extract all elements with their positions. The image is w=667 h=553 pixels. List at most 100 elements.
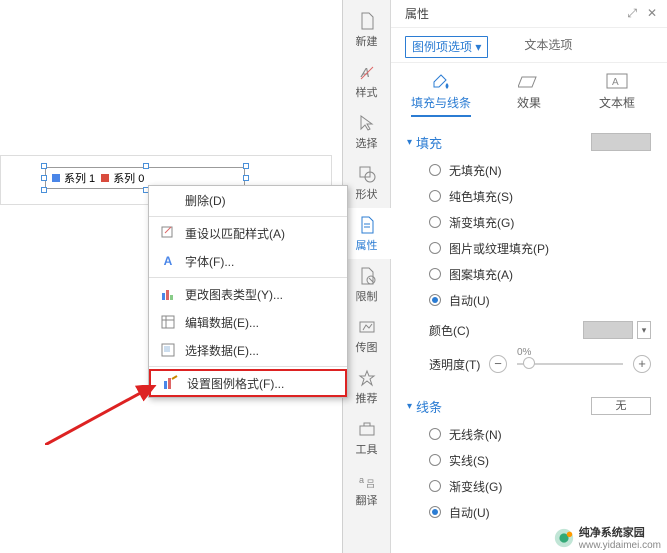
ctx-edit-data[interactable]: 编辑数据(E)... [149,308,347,336]
subtab-textbox[interactable]: A 文本框 [587,73,647,117]
select-data-icon [159,342,177,358]
slider-thumb[interactable] [523,357,535,369]
watermark: 纯净系统家园 www.yidaimei.com [553,524,661,551]
ctx-font[interactable]: A 字体(F)... [149,247,347,275]
font-icon: A [159,253,177,269]
radio-auto-line[interactable]: 自动(U) [407,499,651,525]
main-tabs: 图例项选项 ▾ 文本选项 [391,28,667,63]
shape-icon [358,165,376,183]
line-preview-pill[interactable]: 无 [591,397,651,415]
ctx-delete[interactable]: 删除(D) [149,186,347,214]
subtab-label: 效果 [517,94,541,111]
subtab-fill-line[interactable]: 填充与线条 [411,73,471,117]
radio-label: 图片或纹理填充(P) [449,240,549,257]
radio-label: 自动(U) [449,504,490,521]
edit-data-icon [159,314,177,330]
radio-pattern-fill[interactable]: 图案填充(A) [407,261,651,287]
tool-translate[interactable]: a吕 翻译 [343,463,391,514]
ctx-label: 重设以匹配样式(A) [185,225,285,242]
legend-item-label: 系列 1 [64,170,95,186]
fill-preview-swatch[interactable] [591,133,651,151]
radio-picture-fill[interactable]: 图片或纹理填充(P) [407,235,651,261]
collapse-icon: ▾ [407,137,412,148]
reset-style-icon [159,225,177,241]
radio-no-line[interactable]: 无线条(N) [407,421,651,447]
decrement-button[interactable]: − [489,355,507,373]
tool-shape[interactable]: 形状 [343,157,391,208]
tool-new[interactable]: 新建 [343,4,391,55]
resize-handle[interactable] [243,175,249,181]
tool-recommend[interactable]: 推荐 [343,361,391,412]
fill-line-icon [430,73,452,90]
tool-column: 新建 A 样式 选择 形状 属性 限制 传图 推荐 工具 a吕 翻译 [343,0,391,553]
close-icon[interactable]: ✕ [647,6,657,21]
tool-tools[interactable]: 工具 [343,412,391,463]
ctx-change-chart-type[interactable]: 更改图表类型(Y)... [149,280,347,308]
resize-handle[interactable] [41,163,47,169]
subtab-label: 填充与线条 [411,94,471,111]
radio-solid-line[interactable]: 实线(S) [407,447,651,473]
tool-limit[interactable]: 限制 [343,259,391,310]
separator [149,277,347,278]
svg-text:A: A [612,77,619,88]
color-label: 颜色(C) [429,322,489,339]
radio-label: 无线条(N) [449,426,502,443]
resize-handle[interactable] [143,163,149,169]
color-picker[interactable] [583,321,633,339]
tool-label: 工具 [356,441,378,457]
radio-no-fill[interactable]: 无填充(N) [407,157,651,183]
ctx-label: 更改图表类型(Y)... [185,286,283,303]
radio-auto-fill[interactable]: 自动(U) [407,287,651,313]
tool-label: 选择 [356,135,378,151]
subtab-label: 文本框 [599,94,635,111]
blank-icon [159,192,177,208]
fill-section-header[interactable]: ▾ 填充 [407,127,651,157]
tool-label: 翻译 [356,492,378,508]
tab-text-options[interactable]: 文本选项 [518,36,578,62]
radio-icon [429,506,441,518]
chevron-down-icon[interactable]: ▾ [637,321,651,339]
increment-button[interactable]: + [633,355,651,373]
resize-handle[interactable] [41,187,47,193]
limit-icon [358,267,376,285]
svg-text:a: a [359,475,364,485]
tool-propagate[interactable]: 传图 [343,310,391,361]
tool-label: 推荐 [356,390,378,406]
properties-panel: 属性 ⤢ ✕ 图例项选项 ▾ 文本选项 填充与线条 效果 A 文本框 ▾ 填充 [391,0,667,553]
radio-gradient-fill[interactable]: 渐变填充(G) [407,209,651,235]
color-row: 颜色(C) ▾ [407,313,651,347]
chart-type-icon [159,286,177,302]
watermark-url: www.yidaimei.com [579,540,661,551]
radio-label: 渐变填充(G) [449,214,514,231]
resize-handle[interactable] [41,175,47,181]
swatch-icon [101,174,109,182]
radio-gradient-line[interactable]: 渐变线(G) [407,473,651,499]
pin-icon[interactable]: ⤢ [627,6,637,21]
properties-icon [358,216,376,234]
opacity-slider[interactable]: 0% [517,363,623,365]
select-icon [358,114,376,132]
watermark-brand: 纯净系统家园 [579,524,661,540]
tool-properties[interactable]: 属性 [343,208,391,259]
line-section-header[interactable]: ▾ 线条 无 [407,391,651,421]
resize-handle[interactable] [243,163,249,169]
radio-solid-fill[interactable]: 纯色填充(S) [407,183,651,209]
ctx-reset-style[interactable]: 重设以匹配样式(A) [149,219,347,247]
ctx-label: 设置图例格式(F)... [187,375,284,392]
ctx-select-data[interactable]: 选择数据(E)... [149,336,347,364]
textbox-icon: A [606,73,628,90]
document-area: 系列 1 系列 0 删除(D) 重设以匹配样式(A) A 字体(F)... [0,0,343,553]
tool-label: 形状 [356,186,378,202]
tab-legend-options[interactable]: 图例项选项 ▾ [405,36,488,58]
tool-style[interactable]: A 样式 [343,55,391,106]
ctx-format-legend[interactable]: 设置图例格式(F)... [149,369,347,397]
tool-select[interactable]: 选择 [343,106,391,157]
radio-icon [429,190,441,202]
new-file-icon [358,12,376,30]
radio-label: 图案填充(A) [449,266,513,283]
tool-label: 属性 [356,237,378,253]
radio-icon [429,216,441,228]
translate-icon: a吕 [358,471,376,489]
subtab-effect[interactable]: 效果 [499,73,559,117]
context-menu: 删除(D) 重设以匹配样式(A) A 字体(F)... 更改图表类型(Y)...… [148,185,348,398]
